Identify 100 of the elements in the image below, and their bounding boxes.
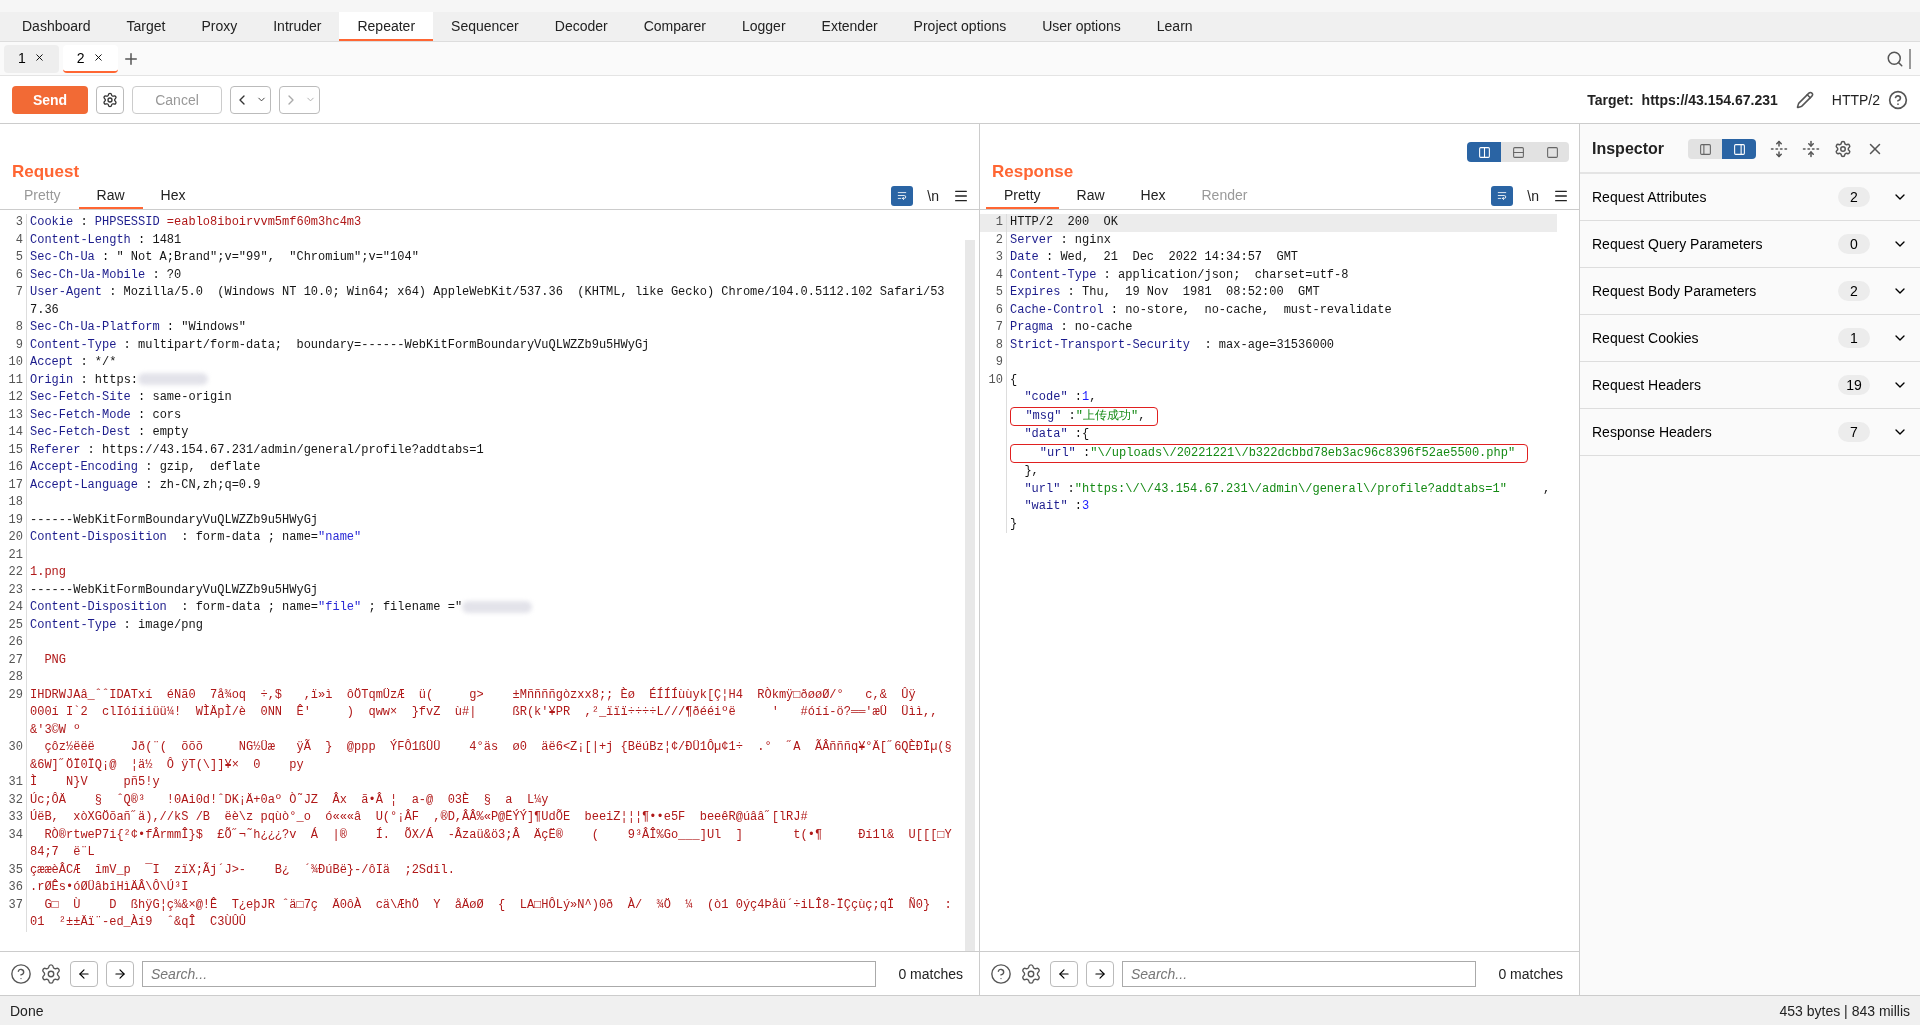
nav-tab[interactable]: Comparer xyxy=(625,12,724,41)
line-number: 8 xyxy=(994,336,1004,354)
line-number: 31 xyxy=(7,774,24,791)
layout-icon[interactable] xyxy=(1545,145,1559,159)
line-number: 26 xyxy=(7,634,24,651)
match-count: 0 matches xyxy=(1497,965,1564,982)
nav-tab[interactable]: Target xyxy=(108,12,184,41)
nav-tab[interactable]: User options xyxy=(1024,12,1139,41)
search-field[interactable]: Search... xyxy=(1122,960,1477,987)
code-line: Date : Wed, 21 Dec 2022 14:34:57 GMT xyxy=(1010,250,1299,264)
help-icon[interactable] xyxy=(10,962,32,985)
line-number: 5 xyxy=(14,249,24,266)
settings-icon[interactable] xyxy=(40,962,62,985)
view-toggle[interactable] xyxy=(1688,139,1722,159)
panel-icon[interactable] xyxy=(1698,142,1712,156)
session-tab[interactable]: 1 xyxy=(4,44,59,73)
code-line: Sec-Fetch-Mode : cors xyxy=(30,407,182,422)
wrap-lines-button[interactable] xyxy=(1491,185,1514,206)
line-number: 1 xyxy=(994,214,1004,231)
code-line: Cookie : PHPSESSID =eablo8iboirvvm5mf60m3hc4m3 xyxy=(30,215,362,229)
line-number: 4 xyxy=(14,231,24,249)
nav-tab[interactable]: Extender xyxy=(803,12,896,41)
previous-button[interactable] xyxy=(70,960,98,987)
section-count: 7 xyxy=(1838,422,1870,442)
settings-button[interactable] xyxy=(96,85,124,114)
expand-icon[interactable] xyxy=(1770,140,1788,158)
divider-handle-icon[interactable] xyxy=(1908,48,1912,69)
help-icon[interactable] xyxy=(1888,89,1908,110)
line-number: 11 xyxy=(7,371,24,389)
nav-tab[interactable]: Project options xyxy=(895,12,1025,41)
next-button[interactable] xyxy=(106,960,134,987)
code-line: Accept-Encoding : gzip, deflate xyxy=(30,460,261,474)
pane-title: Response xyxy=(992,162,1074,182)
line-number: 32 xyxy=(7,791,24,809)
close-icon[interactable] xyxy=(92,52,104,63)
code-line: "url" :"https:\/\/43.154.67.231\/admin\/general\/profile?addtabs=1" , xyxy=(1023,481,1551,496)
view-tab[interactable]: Pretty xyxy=(986,182,1059,209)
code-line: Sec-Fetch-Dest : empty xyxy=(30,425,189,439)
pencil-icon[interactable] xyxy=(1795,90,1814,109)
code-line: Expires : Thu, 19 Nov 1981 08:52:00 GMT xyxy=(1010,285,1320,299)
code-line: 1.png xyxy=(30,565,66,579)
line-number: 3 xyxy=(994,249,1004,266)
scrollbar[interactable] xyxy=(965,240,975,951)
section-label: Request Attributes xyxy=(1592,189,1708,205)
code-line: Sec-Ch-Ua-Mobile : ?0 xyxy=(30,267,182,282)
code-line: Sec-Ch-Ua-Platform : "Windows" xyxy=(30,320,247,334)
nav-tab[interactable]: Dashboard xyxy=(4,12,109,41)
section-label: Request Headers xyxy=(1592,377,1702,393)
code-line: ÚëB, xòXGÖõañ˝ä),//kS /B ëè\z pqùò°_o ó«««â U(°¡ÂF ,®D,ÂÂ%«P@ËÝÝ]¶UdÕE beeiZ¦¦¦¶••e5F beeêR@úââ˝[lRJ# xyxy=(30,810,808,824)
settings-icon[interactable] xyxy=(1020,962,1042,985)
nav-tab[interactable]: Proxy xyxy=(183,12,256,41)
close-icon[interactable] xyxy=(33,52,45,63)
line-number: 33 xyxy=(7,809,24,826)
view-tab[interactable]: Raw xyxy=(78,182,143,209)
session-tab[interactable]: 2 xyxy=(62,44,118,73)
settings-icon[interactable] xyxy=(1834,140,1852,158)
nav-tab[interactable]: Repeater xyxy=(339,12,434,41)
line-number: 2 xyxy=(994,231,1004,249)
section-count: 19 xyxy=(1838,375,1870,395)
newline-toggle[interactable]: \n xyxy=(927,187,939,204)
code-line: "msg" :"上传成功", xyxy=(1024,408,1146,423)
nav-tab[interactable]: Learn xyxy=(1138,12,1211,41)
code-line: Content-Type : multipart/form-data; boundary=------WebKitFormBoundaryVuQLWZZb9u5HWyGj xyxy=(30,337,650,352)
layout-icon[interactable] xyxy=(1511,145,1525,159)
nav-tab[interactable]: Decoder xyxy=(536,12,626,41)
target-label: Target: xyxy=(1587,91,1634,108)
line-number: 12 xyxy=(7,389,24,406)
search-field[interactable]: Search... xyxy=(142,960,877,987)
code-line: Accept-Language : zh-CN,zh;q=0.9 xyxy=(30,477,261,492)
newline-toggle[interactable]: \n xyxy=(1527,187,1539,204)
line-number: 24 xyxy=(7,599,24,616)
view-tab[interactable]: Hex xyxy=(142,182,204,209)
search-icon[interactable] xyxy=(1886,49,1904,68)
view-tab[interactable]: Raw xyxy=(1058,182,1123,209)
line-number: 6 xyxy=(994,301,1004,319)
help-icon[interactable] xyxy=(990,962,1012,985)
target-url: https://43.154.67.231 xyxy=(1641,91,1778,108)
next-button[interactable] xyxy=(1086,960,1114,987)
wrap-lines-button[interactable] xyxy=(891,185,914,206)
code-line: "url" :"\/uploads\/20221221\/b322dcbbd78eb3ac96c8396f52ae5500.php" xyxy=(1038,445,1516,460)
settings-icon[interactable] xyxy=(102,91,118,108)
layout-toggle[interactable] xyxy=(1535,142,1569,162)
code-line: Content-Type : application/json; charset=utf-8 xyxy=(1010,267,1349,282)
layout-toggle[interactable] xyxy=(1501,142,1535,162)
protocol-label[interactable]: HTTP/2 xyxy=(1831,91,1880,108)
line-number: 6 xyxy=(14,266,24,284)
view-tab[interactable]: Hex xyxy=(1122,182,1184,209)
line-number: 9 xyxy=(14,336,24,354)
line-number: 27 xyxy=(7,651,24,669)
code-line: "data" :{ xyxy=(1023,427,1090,441)
nav-tab[interactable]: Sequencer xyxy=(433,12,537,41)
view-toggle[interactable] xyxy=(1722,139,1756,159)
layout-toggle[interactable] xyxy=(1467,142,1501,162)
code-line: Referer : https://43.154.67.231/admin/general/profile?addtabs=1 xyxy=(30,442,484,457)
previous-button[interactable] xyxy=(1050,960,1078,987)
collapse-icon[interactable] xyxy=(1802,140,1820,158)
line-number: 21 xyxy=(7,546,24,564)
nav-tab[interactable]: Logger xyxy=(723,12,804,41)
nav-tab[interactable]: Intruder xyxy=(255,12,340,41)
line-number: 36 xyxy=(7,879,24,896)
